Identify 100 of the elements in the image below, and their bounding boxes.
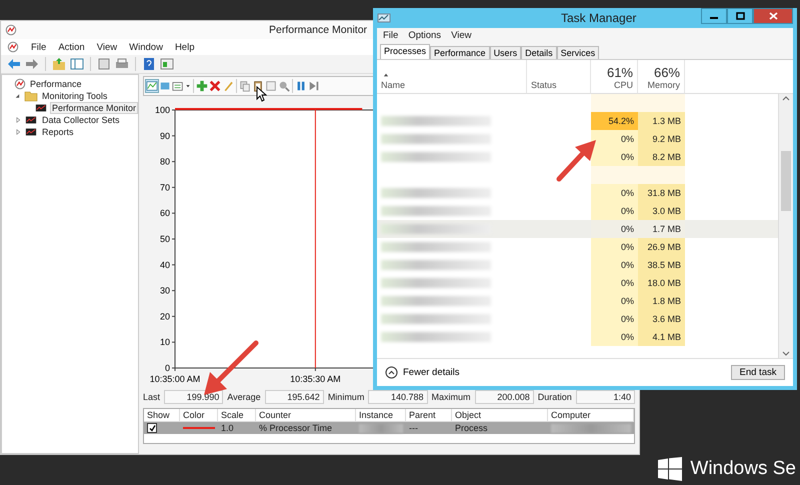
menu-item[interactable]: File (383, 30, 398, 41)
process-row[interactable]: 0% 3.6 MB (377, 310, 778, 328)
up-folder-icon[interactable] (52, 57, 66, 71)
stat-label: Duration (538, 392, 572, 402)
cpu-value: 54.2% (608, 116, 634, 126)
cpu-value: 0% (620, 152, 634, 162)
cpu-total: 61% (606, 65, 633, 80)
menu-item[interactable]: View (96, 42, 118, 52)
tree-item[interactable]: Performance Monitor (50, 102, 138, 114)
gauge-icon (14, 78, 26, 90)
step-icon[interactable] (308, 80, 320, 92)
menu-item[interactable]: Action (58, 42, 85, 52)
help-icon[interactable] (142, 57, 156, 71)
chart-icon (24, 114, 38, 126)
end-task-button[interactable]: End task (731, 365, 785, 380)
fewer-details-button[interactable]: Fewer details (385, 366, 460, 379)
process-row[interactable]: 0% 18.0 MB (377, 274, 778, 292)
tree-item[interactable]: Reports (40, 126, 76, 138)
brand-text: Windows Se (690, 458, 796, 480)
tab[interactable]: Users (490, 46, 522, 59)
maximize-button[interactable] (727, 8, 753, 24)
report-view-icon[interactable] (172, 80, 184, 92)
scroll-down-icon[interactable] (782, 350, 790, 358)
tab[interactable]: Processes (380, 44, 430, 59)
graph-view-icon[interactable] (146, 80, 158, 92)
counter-row[interactable]: 1.0 % Processor Time --- Process (144, 422, 634, 434)
y-tick-label: 30 (160, 286, 170, 296)
menu-item[interactable]: Options (408, 30, 442, 41)
chevron-up-icon (385, 366, 398, 379)
column-header[interactable]: Status (531, 80, 586, 90)
expander-icon[interactable] (14, 128, 22, 136)
minimize-button[interactable] (701, 8, 727, 24)
stat-value: 140.788 (368, 390, 428, 404)
forward-arrow-icon[interactable] (25, 57, 39, 71)
window-title: Performance Monitor (269, 24, 368, 36)
delete-icon[interactable] (209, 80, 221, 92)
system-menu-icon[interactable] (7, 41, 19, 53)
tab[interactable]: Performance (430, 46, 490, 59)
pause-icon[interactable] (295, 80, 307, 92)
tree-item[interactable]: Monitoring Tools (40, 90, 110, 102)
maximize-icon (736, 12, 744, 20)
back-arrow-icon[interactable] (7, 57, 21, 71)
y-tick-label: 70 (160, 182, 170, 192)
expander-icon[interactable] (14, 92, 22, 100)
process-row[interactable]: 0% 26.9 MB (377, 238, 778, 256)
magnifier-icon[interactable] (278, 80, 290, 92)
memory-value: 9.2 MB (652, 134, 681, 144)
process-row[interactable]: 0% 4.1 MB (377, 328, 778, 346)
cpu-value: 0% (620, 296, 634, 306)
plus-icon[interactable] (196, 80, 208, 92)
expander-icon[interactable] (14, 116, 22, 124)
process-row[interactable]: 54.2% 1.3 MB (377, 112, 778, 130)
column-header[interactable]: CPU (614, 80, 633, 90)
memory-value: 38.5 MB (647, 260, 681, 270)
show-checkbox[interactable] (147, 423, 157, 433)
process-row[interactable]: 0% 38.5 MB (377, 256, 778, 274)
scrollbar[interactable] (778, 94, 793, 358)
menu-item[interactable]: Window (129, 42, 163, 52)
memory-value: 1.7 MB (652, 224, 681, 234)
process-row[interactable]: 0% 1.8 MB (377, 292, 778, 310)
cpu-value: 0% (620, 242, 634, 252)
printer-icon[interactable] (115, 57, 129, 71)
process-row[interactable]: 0% 8.2 MB (377, 148, 778, 166)
stat-value: 195.642 (264, 390, 324, 404)
stat-label: Average (227, 392, 261, 402)
stat-value: 200.008 (474, 390, 534, 404)
process-row[interactable]: 0% 1.7 MB (377, 220, 778, 238)
y-tick-label: 80 (160, 156, 170, 167)
show-hide-pane-icon[interactable] (160, 57, 174, 71)
memory-value: 18.0 MB (647, 278, 681, 288)
menu-item[interactable]: View (451, 30, 472, 41)
close-button[interactable] (753, 8, 793, 24)
table-cell-text: --- (408, 422, 419, 434)
y-tick-label: 60 (160, 208, 170, 218)
pencil-icon[interactable] (222, 80, 234, 92)
console-tree-icon[interactable] (70, 57, 84, 71)
tree-item[interactable]: Performance (28, 78, 84, 90)
tab[interactable]: Details (521, 46, 557, 59)
menu-item[interactable]: Help (174, 42, 194, 52)
memory-value: 31.8 MB (647, 188, 681, 198)
tree-item[interactable]: Data Collector Sets (40, 114, 122, 126)
window-title: Task Manager (561, 11, 636, 25)
column-header[interactable]: Memory (647, 80, 680, 90)
process-row[interactable]: 0% 3.0 MB (377, 202, 778, 220)
cpu-value: 0% (620, 278, 634, 288)
scroll-thumb[interactable] (781, 151, 791, 211)
stat-label: Last (143, 392, 160, 402)
memory-value: 1.3 MB (652, 116, 681, 126)
process-row[interactable]: 0% 31.8 MB (377, 184, 778, 202)
stat-label: Minimum (328, 392, 364, 402)
y-tick-label: 50 (160, 234, 170, 244)
process-row[interactable]: 0% 9.2 MB (377, 130, 778, 148)
table-cell-text: % Processor Time (258, 422, 334, 434)
stat-value: 1:40 (576, 390, 636, 404)
menu-item[interactable]: File (31, 42, 46, 52)
tab[interactable]: Services (556, 46, 600, 59)
column-header[interactable]: Name (381, 80, 522, 90)
scroll-up-icon[interactable] (782, 94, 790, 102)
close-icon (768, 12, 778, 20)
y-tick-label: 10 (160, 337, 170, 348)
